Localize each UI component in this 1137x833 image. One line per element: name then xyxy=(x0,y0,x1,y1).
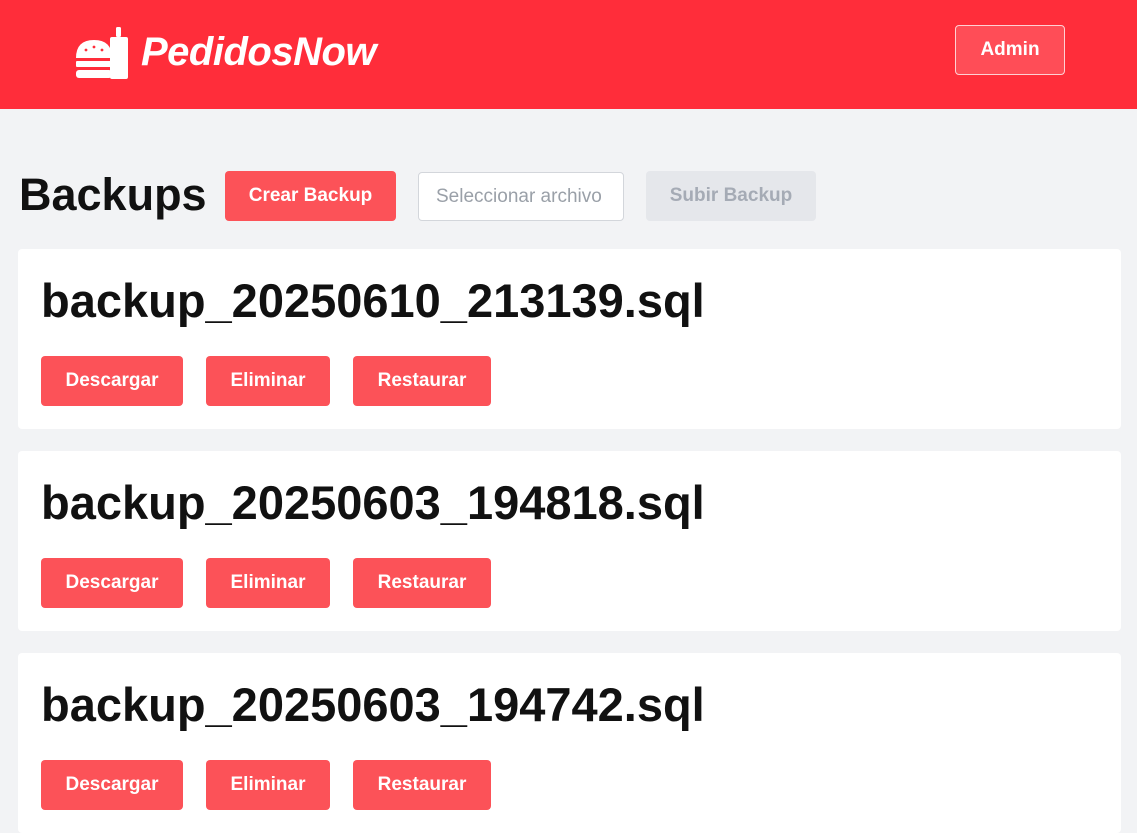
download-button[interactable]: Descargar xyxy=(41,356,183,406)
backup-filename: backup_20250610_213139.sql xyxy=(41,274,705,327)
file-select-input[interactable]: Seleccionar archivo xyxy=(418,172,624,221)
admin-button[interactable]: Admin xyxy=(955,25,1065,75)
delete-button[interactable]: Eliminar xyxy=(206,356,330,406)
restore-button[interactable]: Restaurar xyxy=(353,356,491,406)
delete-button[interactable]: Eliminar xyxy=(206,760,330,810)
restore-button[interactable]: Restaurar xyxy=(353,760,491,810)
backup-card: backup_20250610_213139.sql Descargar Eli… xyxy=(18,249,1121,429)
page-title: Backups xyxy=(19,169,207,220)
backup-filename: backup_20250603_194818.sql xyxy=(41,476,705,529)
download-button[interactable]: Descargar xyxy=(41,760,183,810)
restore-button[interactable]: Restaurar xyxy=(353,558,491,608)
burger-with-fork-icon xyxy=(76,27,128,79)
top-navbar: PedidosNow Admin xyxy=(0,0,1137,109)
create-backup-button[interactable]: Crear Backup xyxy=(225,171,396,221)
backup-card: backup_20250603_194818.sql Descargar Eli… xyxy=(18,451,1121,631)
upload-backup-button[interactable]: Subir Backup xyxy=(646,171,816,221)
backup-card: backup_20250603_194742.sql Descargar Eli… xyxy=(18,653,1121,833)
brand-name[interactable]: PedidosNow xyxy=(141,26,377,78)
download-button[interactable]: Descargar xyxy=(41,558,183,608)
delete-button[interactable]: Eliminar xyxy=(206,558,330,608)
backup-filename: backup_20250603_194742.sql xyxy=(41,678,705,731)
